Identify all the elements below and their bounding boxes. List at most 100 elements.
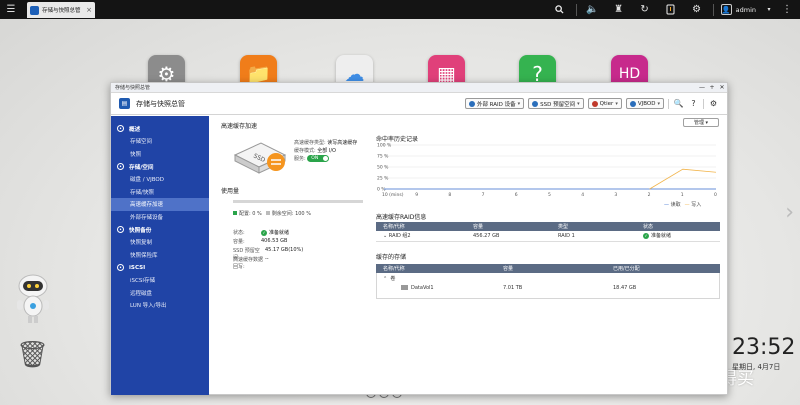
qtier-label: Qtier xyxy=(599,100,614,107)
tasks-icon[interactable]: ♜ xyxy=(606,0,632,19)
check-icon: ✓ xyxy=(261,229,267,236)
usage-title: 使用量 xyxy=(221,188,240,195)
volume-icon xyxy=(401,285,408,290)
help-icon[interactable]: ? xyxy=(688,98,699,109)
sidebar-item[interactable]: 存储空间 xyxy=(111,135,209,148)
y-tick-label: 75 % xyxy=(377,154,389,160)
toggle-label: ON xyxy=(311,155,319,161)
right-panel: 管理 ▾ 命中率历史记录 0 % 25 % 50 % 75 % 100 % 10 (min… xyxy=(374,116,722,395)
raid-col-status: 状态 xyxy=(636,222,720,231)
cached-storage-table: 名称/代称 容量 已用/已分配 ⌃ 卷 DataVol1 7.01 TB 18.… xyxy=(376,264,720,293)
options-icon[interactable]: ⚙ xyxy=(684,0,710,19)
external-raid-label: 外部 RAID 设备 xyxy=(476,101,516,108)
cache-type-label: 高速缓存类型: xyxy=(294,140,326,146)
configured-swatch xyxy=(233,211,237,215)
check-icon: ✓ xyxy=(643,232,649,239)
desktop-clock: 23:52 xyxy=(732,335,796,360)
window-titlebar-label: 存储与快照总管 xyxy=(115,85,151,91)
chevron-up-icon[interactable]: ⌃ xyxy=(383,276,387,282)
settings-gear-icon[interactable]: ⚙ xyxy=(708,98,719,109)
close-tab-icon[interactable]: × xyxy=(86,6,92,14)
ssd-profile-button[interactable]: SSD 预留空间 ▾ xyxy=(528,98,584,109)
legend-read: 读取 xyxy=(670,202,681,208)
more-icon[interactable]: ⋮ xyxy=(774,0,800,19)
sidebar-item[interactable]: 快照保险库 xyxy=(111,249,209,262)
usage-bar xyxy=(233,200,363,203)
service-label: 服务: xyxy=(294,156,306,162)
volume-icon[interactable]: 🔈 xyxy=(580,0,606,19)
table-row[interactable]: DataVol1 7.01 TB 18.47 GB xyxy=(376,283,720,293)
recycle-bin-icon[interactable]: 🗑 xyxy=(16,340,49,370)
stored-col-used: 已用/已分配 xyxy=(606,264,720,273)
sidebar-group-0[interactable]: • 概述 xyxy=(111,122,209,135)
hitrate-title: 命中率历史记录 xyxy=(376,136,419,143)
vjbod-label: VJBOD xyxy=(637,100,656,107)
capacity-value: 406.53 GB xyxy=(261,238,288,244)
vjbod-button[interactable]: VJBOD ▾ xyxy=(625,98,664,109)
username[interactable]: admin xyxy=(736,6,756,14)
search-disk-icon[interactable]: 🔍 xyxy=(673,98,684,109)
sidebar-item[interactable]: 磁盘 / VJBOD xyxy=(111,173,209,186)
next-page-arrow-icon[interactable]: › xyxy=(785,200,794,225)
window-titlebar[interactable]: 存储与快照总管 — + ✕ xyxy=(111,83,727,93)
user-icon[interactable]: 👤 xyxy=(720,4,732,15)
sidebar-item[interactable]: iSCSI存储 xyxy=(111,274,209,287)
legend-configured: 配置: 0 % xyxy=(239,211,262,217)
raid-col-type: 类型 xyxy=(551,222,636,231)
sidebar-item[interactable]: LUN 导入/导出 xyxy=(111,299,209,312)
raid-device-icon xyxy=(468,100,475,107)
sidebar-item[interactable]: 高速缓存加速 xyxy=(111,198,209,211)
sidebar-group-1[interactable]: • 存储/空间 xyxy=(111,160,209,173)
group-row[interactable]: ⌃ 卷 xyxy=(376,273,720,283)
cached-storage-title: 缓存的存储 xyxy=(376,254,407,261)
sidebar-item[interactable]: 存储/快照 xyxy=(111,186,209,199)
snapshot-backup-icon: • xyxy=(117,226,124,233)
cache-service-toggle[interactable]: ON xyxy=(307,155,330,162)
sidebar-item[interactable]: 远程磁盘 xyxy=(111,287,209,300)
y-tick-label: 100 % xyxy=(377,143,392,149)
status-value: 准备就绪 xyxy=(269,230,290,236)
write-line-icon: — xyxy=(684,202,690,208)
top-taskbar: ☰ 存储与快照总管 × 🔈 ♜ ↻ ⚙ 👤 admin ▾ ⋮ xyxy=(0,0,800,19)
raid-info-title: 高速缓存RAID信息 xyxy=(376,214,427,221)
x-tick-label: 5 xyxy=(548,192,551,198)
status-row: 状态: ✓ 准备就绪 xyxy=(233,229,289,236)
minimize-icon[interactable]: — xyxy=(697,84,707,91)
manage-button-label: 管理 xyxy=(693,120,704,126)
app-title: 存储与快照总管 xyxy=(136,99,185,108)
read-line-icon: — xyxy=(664,202,669,208)
chevron-down-icon: ▾ xyxy=(577,100,580,107)
chevron-down-icon: ▾ xyxy=(705,119,709,126)
free-swatch xyxy=(265,211,270,215)
raid-col-name: 名称/代称 xyxy=(376,222,466,231)
sidebar-group-3[interactable]: • iSCSI xyxy=(111,261,209,274)
external-raid-button[interactable]: 外部 RAID 设备 ▾ xyxy=(464,98,525,109)
maximize-icon[interactable]: + xyxy=(707,84,717,91)
taskbar-tab-storage[interactable]: 存储与快照总管 × xyxy=(27,2,95,18)
qtier-button[interactable]: Qtier ▾ xyxy=(587,98,622,109)
stored-table-header: 名称/代称 容量 已用/已分配 xyxy=(376,264,720,273)
storage-manager-logo-icon: ▤ xyxy=(119,98,130,109)
manage-button[interactable]: 管理 ▾ xyxy=(683,118,719,127)
raid-name: RAID 组2 xyxy=(388,233,411,240)
app-glyph: HD xyxy=(618,65,641,82)
notification-icon[interactable] xyxy=(658,0,684,19)
chevron-down-icon[interactable]: ⌄ xyxy=(383,233,387,239)
cache-volume-row: 高速缓存数据回写: -- xyxy=(233,256,269,270)
user-dropdown-icon[interactable]: ▾ xyxy=(764,0,774,19)
sidebar-item[interactable]: 外部存储设备 xyxy=(111,211,209,224)
sidebar-group-2[interactable]: • 快照备份 xyxy=(111,223,209,236)
table-row[interactable]: ⌄ RAID 组2 456.27 GB RAID 1 ✓ 准备就绪 xyxy=(376,231,720,242)
sidebar-item[interactable]: 快照复制 xyxy=(111,236,209,249)
cache-volume-value: -- xyxy=(265,256,269,262)
cache-info: 高速缓存类型: 读写高速缓存 缓存模式: 全部 I/O 服务: ON xyxy=(294,140,357,164)
close-icon[interactable]: ✕ xyxy=(717,84,727,91)
main-menu-icon[interactable]: ☰ xyxy=(0,0,22,19)
sidebar-item[interactable]: 快照 xyxy=(111,148,209,161)
status-label: 状态: xyxy=(233,230,245,236)
search-icon[interactable] xyxy=(547,0,573,19)
qboost-robot-icon[interactable] xyxy=(14,272,52,324)
series-line-1 xyxy=(649,168,717,190)
main-content: 高速缓存加速 SSD 高速缓存类型: 读写高速缓存 缓存模式: 全部 I/O 服… xyxy=(209,116,729,395)
sync-icon[interactable]: ↻ xyxy=(632,0,658,19)
